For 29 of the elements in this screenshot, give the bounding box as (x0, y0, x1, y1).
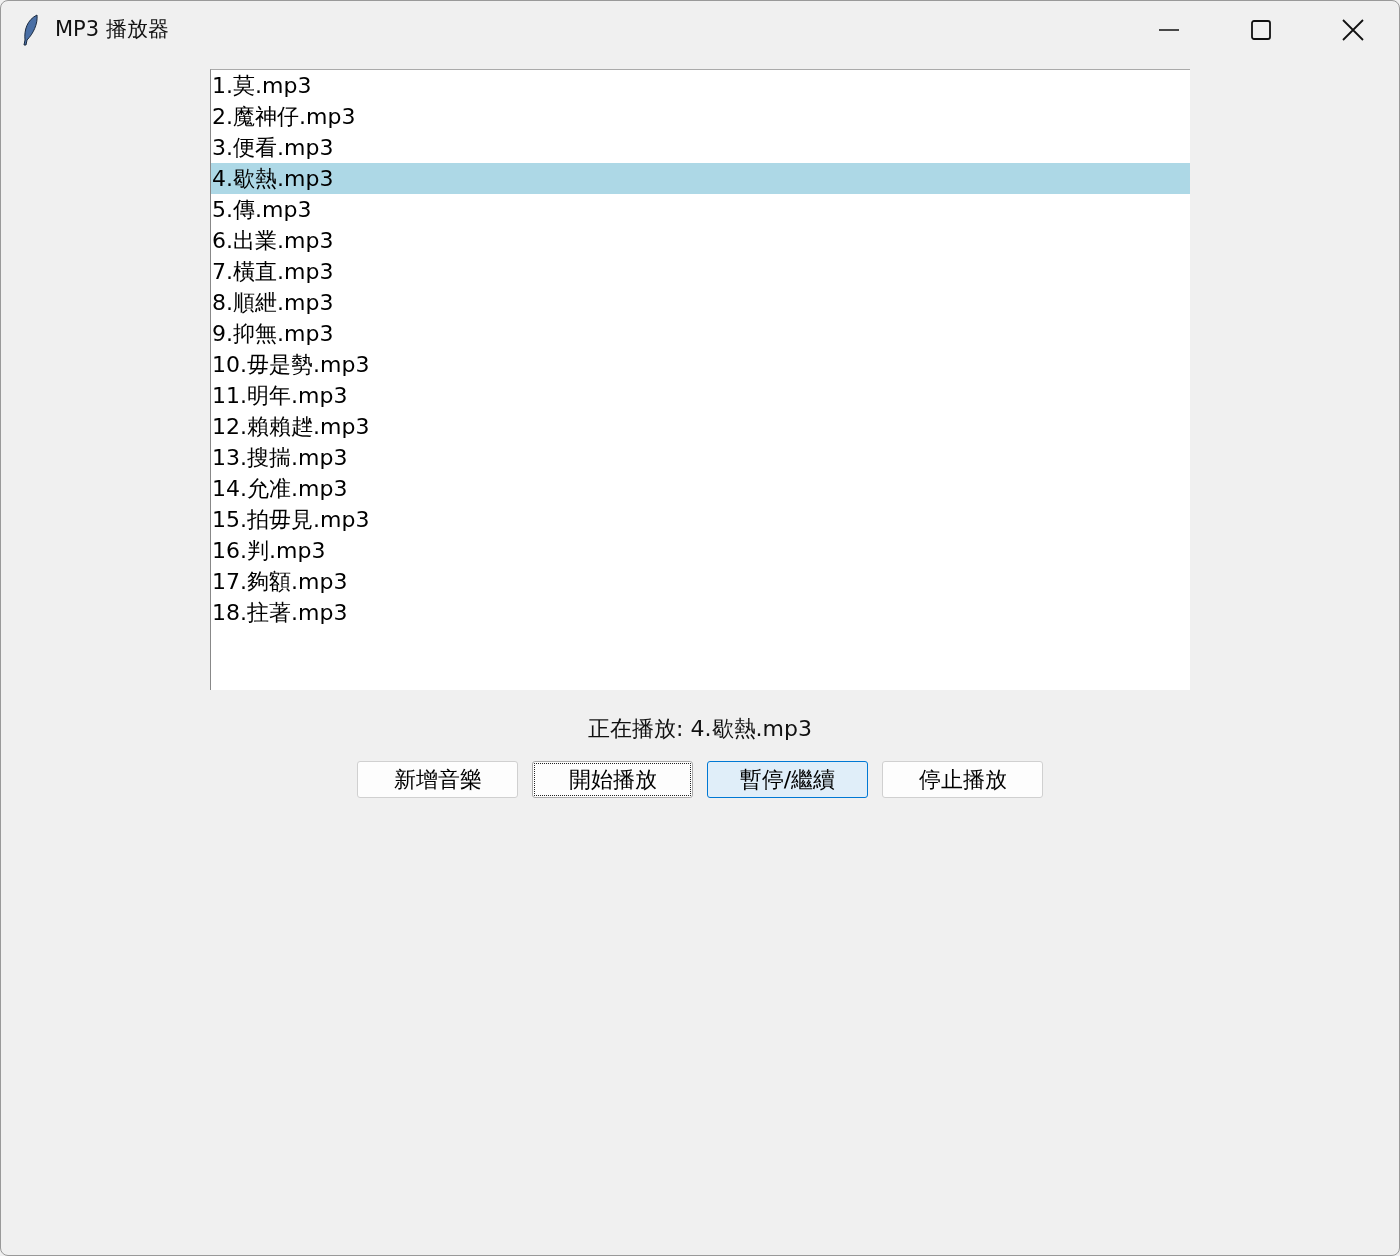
playlist-item[interactable]: 11.明年.mp3 (211, 380, 1190, 411)
window-title: MP3 播放器 (55, 16, 169, 44)
playlist-item[interactable]: 15.拍毋見.mp3 (211, 504, 1190, 535)
playlist-item[interactable]: 16.判.mp3 (211, 535, 1190, 566)
action-button[interactable]: 新增音樂 (357, 761, 518, 798)
feather-icon (21, 14, 41, 46)
playlist-item[interactable]: 4.歇熱.mp3 (211, 163, 1190, 194)
close-icon (1342, 19, 1364, 41)
playlist-item[interactable]: 13.搜揣.mp3 (211, 442, 1190, 473)
minimize-icon (1158, 29, 1180, 31)
action-button[interactable]: 暫停/繼續 (707, 761, 868, 798)
playlist-item[interactable]: 17.夠額.mp3 (211, 566, 1190, 597)
playlist-item[interactable]: 9.抑無.mp3 (211, 318, 1190, 349)
playlist-item[interactable]: 8.順紲.mp3 (211, 287, 1190, 318)
playlist-item[interactable]: 18.拄著.mp3 (211, 597, 1190, 628)
now-playing-label: 正在播放: 4.歇熱.mp3 (588, 716, 812, 741)
playlist-item[interactable]: 2.魔神仔.mp3 (211, 101, 1190, 132)
playlist-item[interactable]: 14.允准.mp3 (211, 473, 1190, 504)
playlist-item[interactable]: 6.出業.mp3 (211, 225, 1190, 256)
playlist-listbox[interactable]: 1.莫.mp3 2.魔神仔.mp3 3.便看.mp3 4.歇熱.mp3 5.傳.mp3 6.出業.mp3 7.橫直.mp3 8.順紲.mp3 9.抑無.mp3 10.毋是勢.mp3 11.明年.mp3 12.賴賴趖.mp3 13.搜揣.mp3 14.允准.mp3 15.拍毋見.mp3 16.判.mp3 17.夠額.mp3 18.拄著.mp3 (210, 69, 1190, 690)
playlist-item[interactable]: 1.莫.mp3 (211, 70, 1190, 101)
action-button[interactable]: 開始播放 (532, 761, 693, 798)
playlist-item[interactable]: 5.傳.mp3 (211, 194, 1190, 225)
playlist-item[interactable]: 3.便看.mp3 (211, 132, 1190, 163)
playlist-item[interactable]: 7.橫直.mp3 (211, 256, 1190, 287)
maximize-icon (1250, 19, 1272, 41)
playlist-item[interactable]: 12.賴賴趖.mp3 (211, 411, 1190, 442)
playlist-item[interactable]: 10.毋是勢.mp3 (211, 349, 1190, 380)
action-button[interactable]: 停止播放 (882, 761, 1043, 798)
